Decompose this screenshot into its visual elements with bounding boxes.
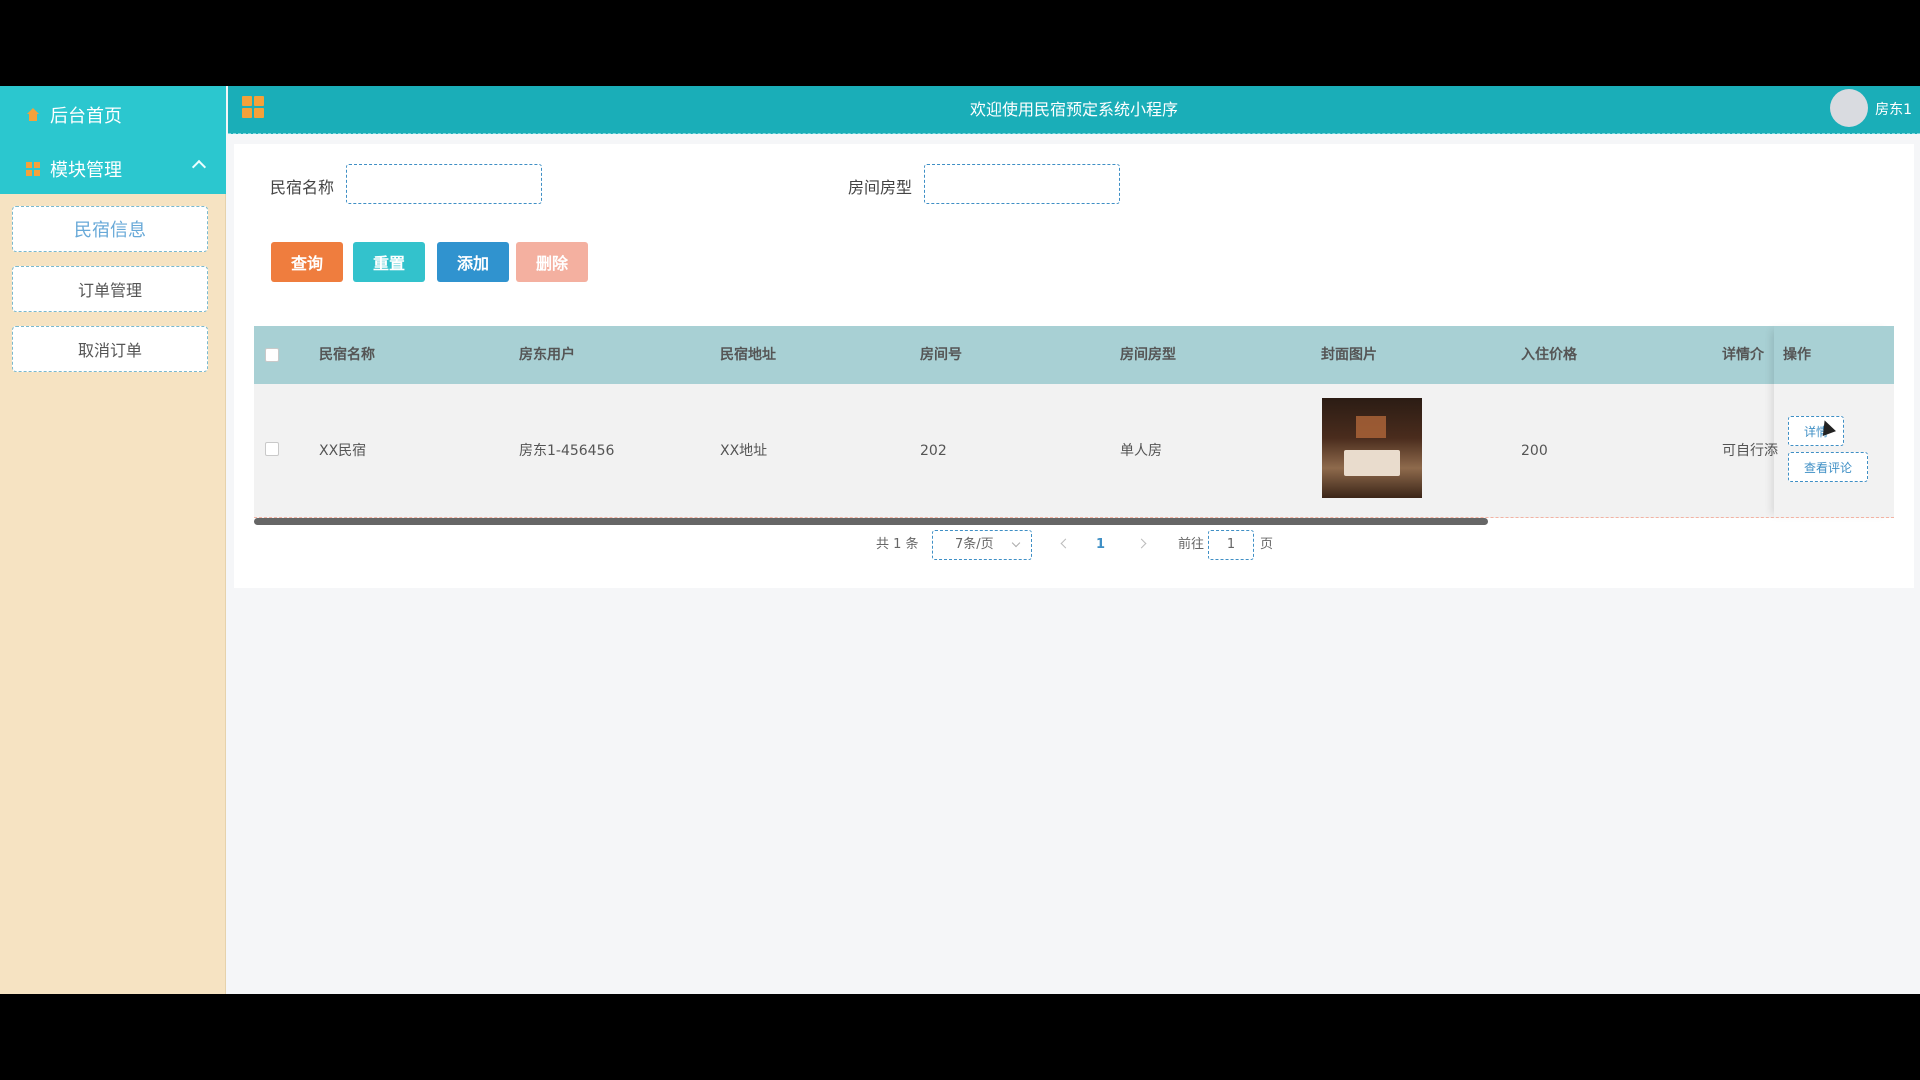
col-detail: 详情介绍 [1722, 347, 1764, 363]
homestay-name-label: 民宿名称 [270, 178, 335, 197]
chevron-down-icon [1011, 538, 1021, 548]
cell-room-type: 单人房 [1120, 443, 1162, 459]
cell-price: 200 [1521, 443, 1548, 459]
app-screen: 后台首页 模块管理 民宿信息 订单管理 取消订单 欢迎使用民宿预定系统小程序 房… [0, 86, 1920, 994]
view-comments-button[interactable]: 查看评论 [1788, 452, 1868, 482]
goto-page-input[interactable]: 1 [1208, 530, 1254, 560]
sidebar: 后台首页 模块管理 民宿信息 订单管理 取消订单 [0, 86, 226, 994]
sidebar-home-label: 后台首页 [50, 106, 122, 127]
sidebar-item-home[interactable]: 后台首页 [0, 88, 226, 142]
sidebar-item-order-management[interactable]: 订单管理 [12, 266, 208, 312]
add-button[interactable]: 添加 [437, 242, 509, 282]
sidebar-item-homestay-info[interactable]: 民宿信息 [12, 206, 208, 252]
operations-fixed-column: 详情 查看评论 [1774, 326, 1894, 518]
delete-button[interactable]: 删除 [516, 242, 588, 282]
table-row: XX民宿 房东1-456456 XX地址 202 单人房 200 可自行添 [254, 384, 1894, 518]
select-all-checkbox[interactable] [265, 348, 279, 362]
pagination: 共 1 条 7条/页 1 前往 1 页 [234, 530, 1914, 560]
next-page-icon[interactable] [1136, 538, 1147, 549]
cell-address: XX地址 [720, 443, 768, 459]
col-price: 入住价格 [1521, 347, 1577, 363]
col-cover-image: 封面图片 [1321, 347, 1377, 363]
homestay-name-input[interactable] [346, 164, 542, 204]
home-icon [26, 108, 40, 122]
cell-owner: 房东1-456456 [519, 443, 615, 459]
reset-button[interactable]: 重置 [353, 242, 425, 282]
page-size-value: 7条/页 [955, 537, 994, 552]
sidebar-item-label: 取消订单 [77, 341, 142, 360]
col-room-type: 房间房型 [1120, 347, 1176, 363]
avatar[interactable] [1830, 89, 1868, 127]
col-owner: 房东用户 [519, 347, 575, 363]
grid-icon [26, 162, 40, 176]
col-room-no: 房间号 [920, 347, 962, 363]
horizontal-scrollbar[interactable] [254, 518, 1488, 525]
sidebar-item-label: 民宿信息 [74, 220, 146, 241]
query-button[interactable]: 查询 [271, 242, 343, 282]
main-card: 民宿名称 房间房型 查询 重置 添加 删除 民宿名称 房东用户 民宿地址 房间号… [234, 144, 1914, 588]
sidebar-item-module[interactable]: 模块管理 [0, 142, 226, 196]
cover-image-thumbnail[interactable] [1322, 398, 1422, 498]
cell-room-no: 202 [920, 443, 947, 459]
col-homestay-name: 民宿名称 [319, 347, 375, 363]
sidebar-item-cancel-order[interactable]: 取消订单 [12, 326, 208, 372]
chevron-up-icon [191, 159, 207, 175]
cell-detail: 可自行添 [1722, 443, 1778, 459]
page-title: 欢迎使用民宿预定系统小程序 [969, 100, 1178, 119]
sidebar-module-label: 模块管理 [50, 160, 122, 181]
prev-page-icon[interactable] [1060, 538, 1071, 549]
goto-label: 前往 [1178, 537, 1205, 552]
row-checkbox[interactable] [265, 442, 279, 456]
col-address: 民宿地址 [720, 347, 776, 363]
page-size-select[interactable]: 7条/页 [932, 530, 1032, 560]
current-page[interactable]: 1 [1096, 530, 1105, 560]
page-unit-label: 页 [1260, 537, 1274, 552]
pagination-total: 共 1 条 [876, 537, 919, 552]
room-type-label: 房间房型 [848, 178, 913, 197]
sidebar-item-label: 订单管理 [77, 281, 142, 300]
room-type-input[interactable] [924, 164, 1120, 204]
cell-homestay-name: XX民宿 [319, 443, 367, 459]
table-header: 民宿名称 房东用户 民宿地址 房间号 房间房型 封面图片 入住价格 详情介绍 操… [254, 326, 1894, 384]
top-header: 欢迎使用民宿预定系统小程序 房东1 [228, 86, 1920, 134]
user-name[interactable]: 房东1 [1875, 86, 1912, 134]
